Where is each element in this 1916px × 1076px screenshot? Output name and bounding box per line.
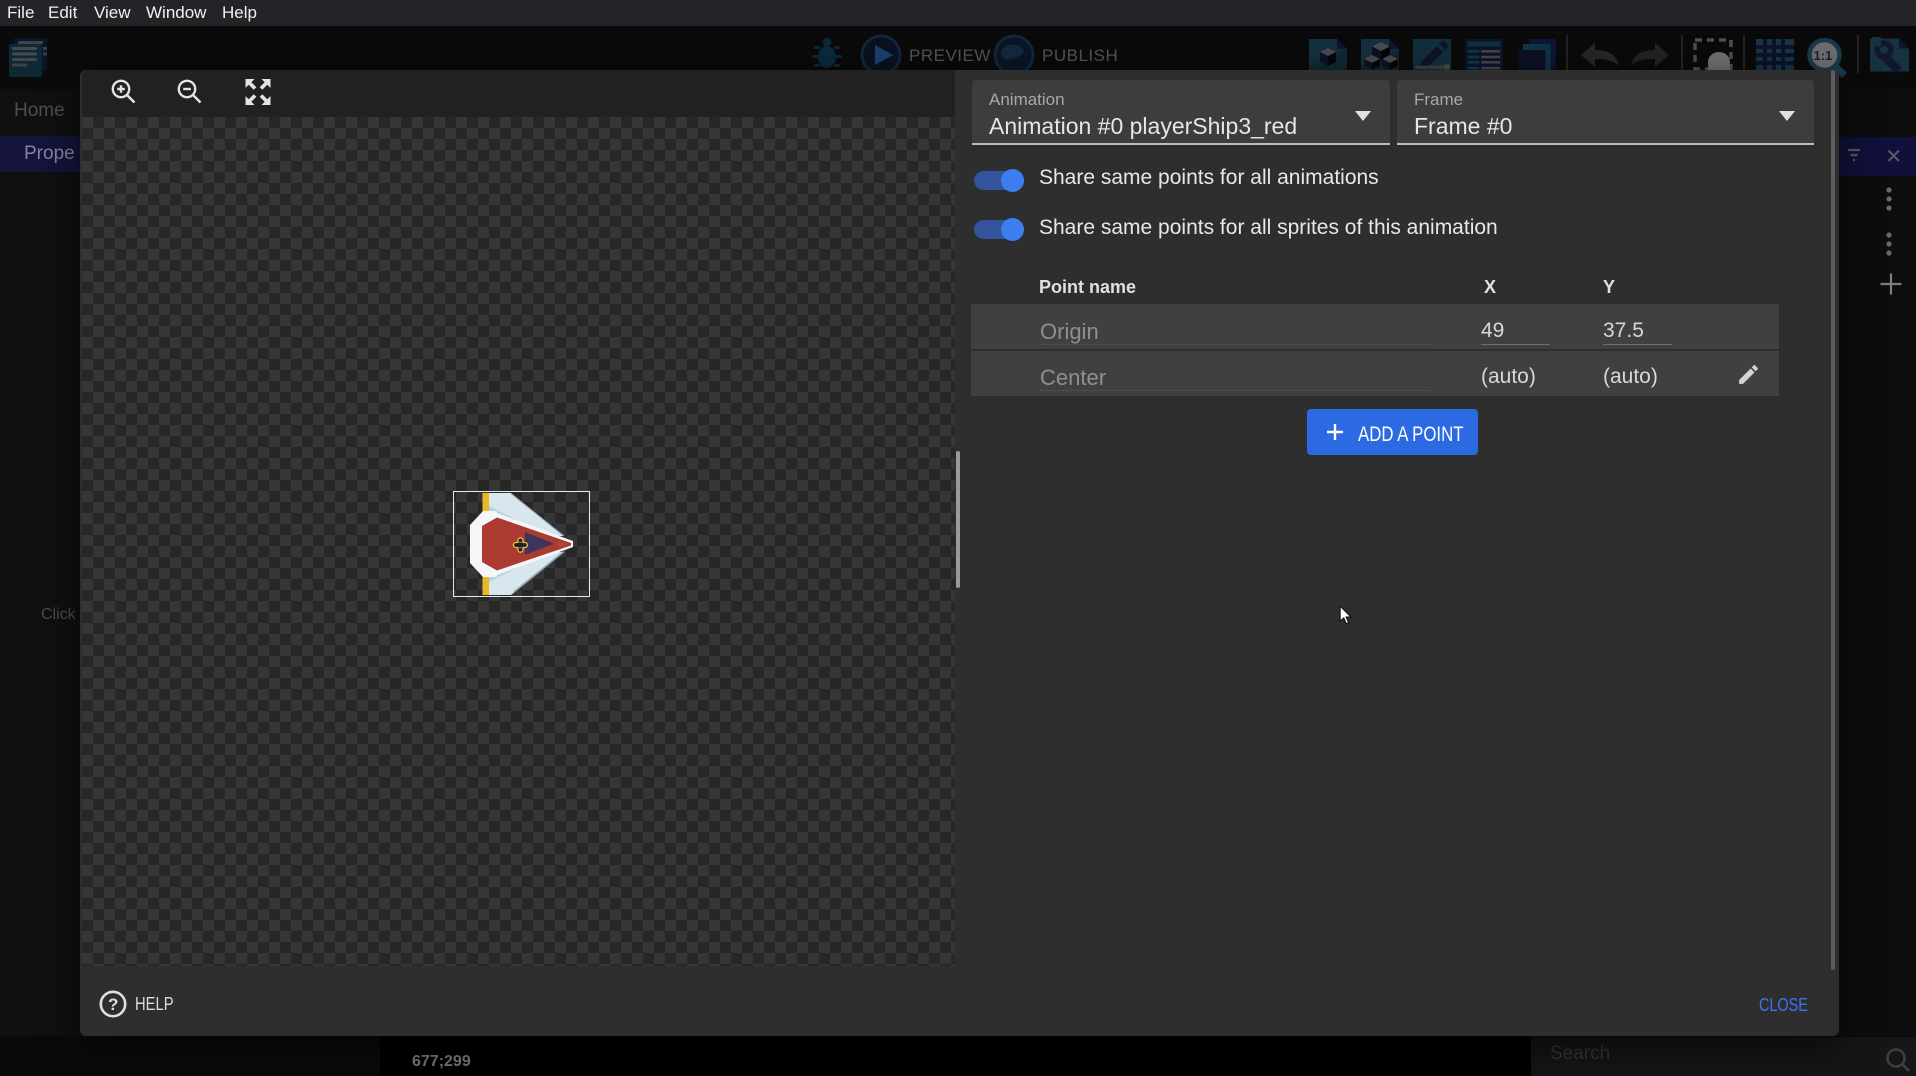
svg-text:PUBLISH: PUBLISH [1042,46,1118,65]
svg-text:1:1: 1:1 [1814,48,1833,63]
svg-text:PREVIEW: PREVIEW [909,46,991,65]
svg-text:?: ? [108,995,118,1014]
